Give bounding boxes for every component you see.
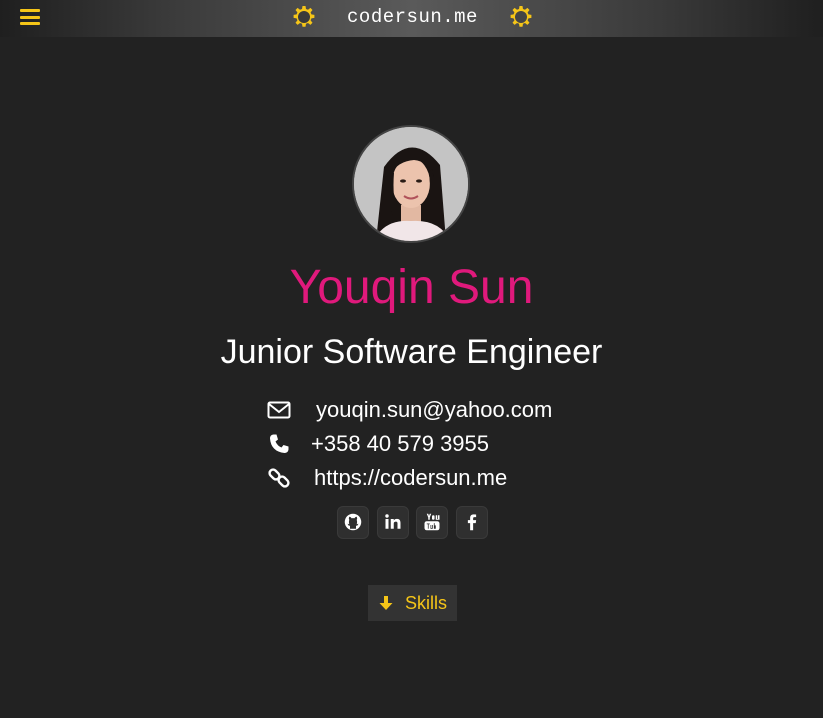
- skills-button-label[interactable]: Skills: [405, 593, 447, 614]
- site-title[interactable]: codersun.me: [290, 6, 535, 28]
- email-link[interactable]: youqin.sun@yahoo.com: [316, 396, 552, 424]
- email-row[interactable]: youqin.sun@yahoo.com: [267, 396, 567, 424]
- github-button[interactable]: [338, 507, 368, 538]
- phone-row[interactable]: +358 40 579 3955: [267, 430, 527, 458]
- profile-photo: [354, 127, 468, 241]
- brand[interactable]: codersun.me: [290, 4, 535, 30]
- envelope-icon: [267, 401, 291, 419]
- linkedin-button[interactable]: [378, 507, 408, 538]
- website-row[interactable]: https://codersun.me: [267, 464, 527, 492]
- youtube-icon: [424, 513, 440, 531]
- youtube-button[interactable]: [417, 507, 447, 538]
- skills-button[interactable]: Skills: [368, 585, 457, 621]
- hamburger-menu-icon[interactable]: [19, 6, 41, 28]
- avatar: [352, 125, 470, 243]
- website-link[interactable]: https://codersun.me: [314, 464, 507, 492]
- linkedin-icon: [385, 514, 401, 529]
- gear-icon: [510, 6, 532, 27]
- facebook-icon: [467, 514, 477, 531]
- github-icon: [344, 513, 362, 531]
- link-icon: [268, 468, 290, 488]
- profile-title: Junior Software Engineer: [220, 333, 603, 371]
- profile-name: Youqin Sun: [289, 261, 534, 314]
- facebook-button[interactable]: [457, 507, 487, 538]
- top-navbar: codersun.me: [0, 0, 823, 37]
- phone-link[interactable]: +358 40 579 3955: [311, 430, 489, 458]
- phone-icon: [270, 434, 289, 453]
- arrow-down-icon: [379, 596, 393, 610]
